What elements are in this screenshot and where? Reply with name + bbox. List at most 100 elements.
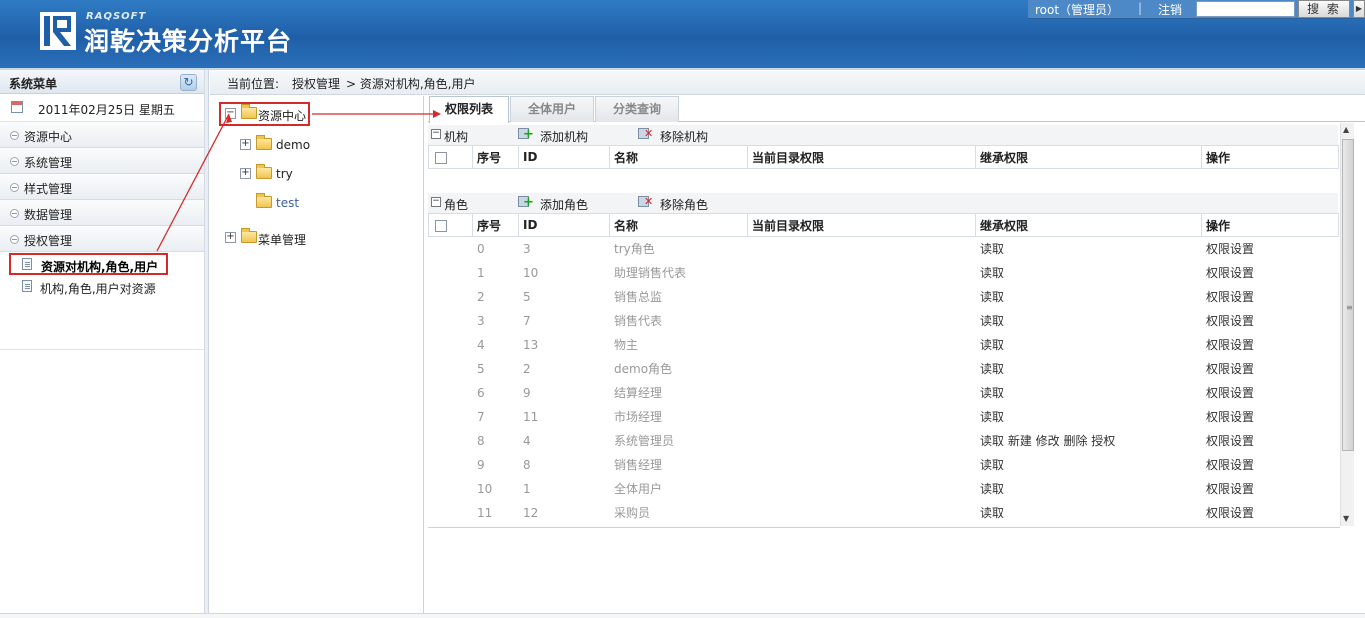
permission-settings-link[interactable]: 权限设置: [1201, 332, 1339, 357]
row-id: 7: [518, 308, 610, 333]
remove-role-icon[interactable]: [638, 195, 653, 208]
document-icon: [22, 258, 32, 270]
row-number: 11: [472, 500, 519, 525]
tree-node-try[interactable]: + try: [240, 164, 340, 183]
table-row[interactable]: 5 2 demo角色 读取 权限设置: [428, 356, 1339, 381]
select-all-checkbox[interactable]: [435, 219, 447, 232]
calendar-icon: [11, 101, 23, 113]
tree-node-resource-center[interactable]: − 资源中心: [225, 104, 315, 123]
permission-settings-link[interactable]: 权限设置: [1201, 260, 1339, 285]
row-inherited-permission: 读取: [975, 452, 1202, 477]
sidebar-item-resource-to-org[interactable]: 资源对机构,角色,用户: [0, 252, 204, 275]
table-row[interactable]: 8 4 系统管理员 读取 新建 修改 删除 授权 权限设置: [428, 428, 1339, 453]
row-id: 10: [518, 260, 610, 285]
remove-org-icon[interactable]: [638, 127, 653, 140]
column-header: 操作: [1201, 145, 1339, 169]
table-row[interactable]: 7 11 市场经理 读取 权限设置: [428, 404, 1339, 429]
add-role-icon[interactable]: [518, 195, 534, 210]
row-current-permission: [747, 308, 976, 333]
table-row[interactable]: 4 13 物主 读取 权限设置: [428, 332, 1339, 357]
row-select-cell: [428, 356, 473, 381]
remove-role-button[interactable]: 移除角色: [660, 196, 708, 213]
row-name: 物主: [609, 332, 748, 357]
permission-settings-link[interactable]: 权限设置: [1201, 308, 1339, 333]
status-strip: [0, 613, 1365, 618]
collapse-icon[interactable]: −: [225, 108, 236, 119]
menu-group-authorization[interactable]: 授权管理: [0, 226, 204, 252]
row-current-permission: [747, 428, 976, 453]
row-number: 0: [472, 236, 519, 261]
role-table: 序号 ID 名称 当前目录权限 继承权限 操作 0 3 try角色 读取 权限设置 1 10…: [428, 213, 1339, 525]
table-row[interactable]: 10 1 全体用户 读取 权限设置: [428, 476, 1339, 501]
permission-settings-link[interactable]: 权限设置: [1201, 428, 1339, 453]
tree-node-label: demo: [276, 138, 311, 152]
select-all-cell: [428, 145, 473, 169]
table-row[interactable]: 9 8 销售经理 读取 权限设置: [428, 452, 1339, 477]
row-name: 系统管理员: [609, 428, 748, 453]
tab-category-query[interactable]: 分类查询: [595, 96, 679, 122]
table-row[interactable]: 2 5 销售总监 读取 权限设置: [428, 284, 1339, 309]
raqsoft-logo-icon: [40, 12, 76, 50]
permission-settings-link[interactable]: 权限设置: [1201, 404, 1339, 429]
collapse-circle-icon: [10, 131, 19, 140]
add-org-icon[interactable]: [518, 127, 534, 142]
permission-settings-link[interactable]: 权限设置: [1201, 452, 1339, 477]
tree-node-demo[interactable]: + demo: [240, 135, 340, 154]
current-date: 2011年02月25日 星期五: [38, 103, 175, 117]
permission-settings-link[interactable]: 权限设置: [1201, 476, 1339, 501]
vertical-scrollbar[interactable]: ▲ ≡ ▼: [1340, 123, 1354, 526]
collapse-icon[interactable]: −: [431, 197, 441, 207]
permission-settings-link[interactable]: 权限设置: [1201, 356, 1339, 381]
menu-group-resource-center[interactable]: 资源中心: [0, 122, 204, 148]
menu-group-style-management[interactable]: 样式管理: [0, 174, 204, 200]
permission-list-panel: − 机构 添加机构 移除机构 序号 ID 名称 当前目录权限 继承权限 操作: [428, 123, 1354, 527]
select-all-checkbox[interactable]: [435, 151, 447, 164]
collapse-icon[interactable]: −: [431, 129, 441, 139]
add-org-button[interactable]: 添加机构: [540, 128, 588, 145]
search-input[interactable]: [1196, 1, 1295, 17]
table-row[interactable]: 1 10 助理销售代表 读取 权限设置: [428, 260, 1339, 285]
add-role-button[interactable]: 添加角色: [540, 196, 588, 213]
scroll-down-icon[interactable]: ▼: [1343, 514, 1349, 523]
expand-icon[interactable]: +: [225, 232, 236, 243]
breadcrumb-item: > 资源对机构,角色,用户: [346, 77, 476, 91]
row-number: 3: [472, 308, 519, 333]
logout-link[interactable]: 注销: [1158, 1, 1182, 18]
table-row[interactable]: 0 3 try角色 读取 权限设置: [428, 236, 1339, 261]
table-row[interactable]: 6 9 结算经理 读取 权限设置: [428, 380, 1339, 405]
column-header: 当前目录权限: [747, 213, 976, 237]
permission-settings-link[interactable]: 权限设置: [1201, 236, 1339, 261]
table-row[interactable]: 3 7 销售代表 读取 权限设置: [428, 308, 1339, 333]
user-separator: |: [1138, 1, 1143, 15]
remove-org-button[interactable]: 移除机构: [660, 128, 708, 145]
menu-group-system-management[interactable]: 系统管理: [0, 148, 204, 174]
row-id: 11: [518, 404, 610, 429]
tree-node-test[interactable]: test: [240, 193, 340, 212]
menu-group-data-management[interactable]: 数据管理: [0, 200, 204, 226]
breadcrumb-item[interactable]: 授权管理: [292, 75, 340, 92]
collapse-circle-icon: [10, 235, 19, 244]
select-all-cell: [428, 213, 473, 237]
tab-permission-list[interactable]: 权限列表: [429, 96, 509, 123]
row-id: 13: [518, 332, 610, 357]
sidebar-item-org-to-resource[interactable]: 机构,角色,用户对资源: [0, 275, 204, 298]
row-current-permission: [747, 404, 976, 429]
table-header-row: 序号 ID 名称 当前目录权限 继承权限 操作: [428, 213, 1339, 237]
permission-settings-link[interactable]: 权限设置: [1201, 284, 1339, 309]
row-number: 7: [472, 404, 519, 429]
scrollbar-thumb[interactable]: ≡: [1342, 139, 1354, 451]
permission-settings-link[interactable]: 权限设置: [1201, 500, 1339, 525]
tree-node-label: try: [276, 167, 293, 181]
expand-icon[interactable]: +: [240, 139, 251, 150]
scroll-up-icon[interactable]: ▲: [1343, 125, 1349, 134]
search-button[interactable]: 搜 索: [1298, 0, 1350, 18]
expand-icon[interactable]: +: [240, 168, 251, 179]
row-select-cell: [428, 404, 473, 429]
sidebar-splitter[interactable]: [205, 70, 209, 618]
tree-node-menu-management[interactable]: + 菜单管理: [225, 228, 335, 247]
refresh-icon[interactable]: ↻: [180, 74, 197, 91]
table-row[interactable]: 11 12 采购员 读取 权限设置: [428, 500, 1339, 525]
tab-all-users[interactable]: 全体用户: [510, 96, 594, 122]
permission-settings-link[interactable]: 权限设置: [1201, 380, 1339, 405]
arrow-right-icon[interactable]: ▶: [1353, 0, 1365, 18]
